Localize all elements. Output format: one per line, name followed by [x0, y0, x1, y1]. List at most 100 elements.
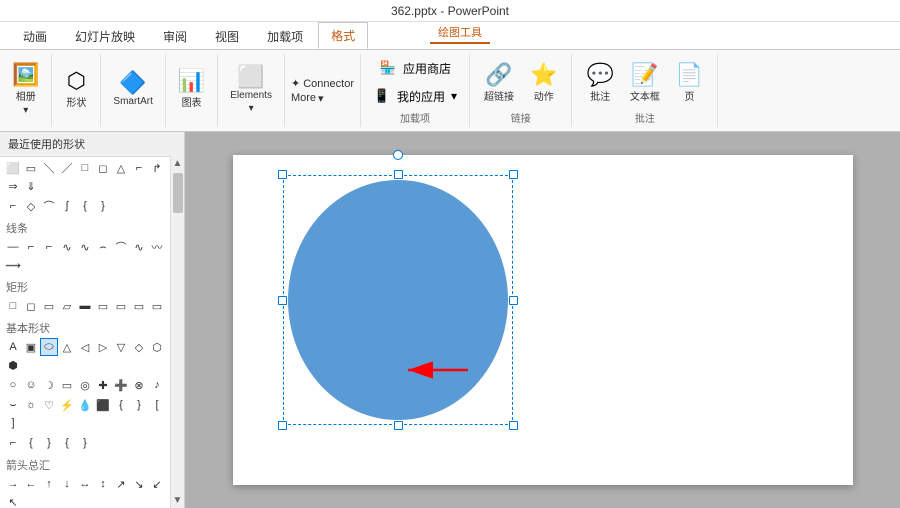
shape-container[interactable]: [283, 175, 513, 425]
shape-recent-13[interactable]: ◇: [22, 197, 40, 215]
shape-line-2[interactable]: ⌐: [22, 238, 40, 256]
shape-basic-thunder[interactable]: ⚡: [58, 396, 76, 414]
shape-recent-4[interactable]: ／: [58, 159, 76, 177]
shape-basic-text[interactable]: A: [4, 338, 22, 356]
shape-recent-5[interactable]: □: [76, 159, 94, 177]
shape-recent-3[interactable]: ＼: [40, 159, 58, 177]
shapes-button[interactable]: ⬡ 形状: [60, 68, 92, 111]
shapes-scrollbar[interactable]: ▲ ▼: [170, 156, 184, 508]
shape-basic-smile[interactable]: ☺: [22, 376, 40, 394]
shape-basic-drop[interactable]: 💧: [76, 396, 94, 414]
shape-basic-hex[interactable]: ⬡: [148, 338, 166, 356]
shape-line-3[interactable]: ⌐: [40, 238, 58, 256]
shape-recent-17[interactable]: }: [94, 197, 112, 215]
album-button[interactable]: 🖼️ 相册 ▾: [8, 62, 43, 118]
shape-recent-14[interactable]: ⌒: [40, 197, 58, 215]
chart-button[interactable]: 📊 图表: [174, 68, 209, 111]
shape-line-10[interactable]: ⟿: [4, 256, 22, 274]
tab-view[interactable]: 视图: [202, 23, 252, 49]
shape-line-7[interactable]: ⌒: [112, 238, 130, 256]
handle-middle-right[interactable]: [509, 296, 518, 305]
shape-basic-arc3[interactable]: }: [40, 434, 58, 452]
shape-rect-2[interactable]: ◻: [22, 297, 40, 315]
shape-line-4[interactable]: ∿: [58, 238, 76, 256]
shape-basic-dia[interactable]: ◇: [130, 338, 148, 356]
shape-rect-1[interactable]: □: [4, 297, 22, 315]
shape-basic-heart[interactable]: ♡: [40, 396, 58, 414]
shape-arr-10[interactable]: ↖: [4, 493, 22, 508]
shape-basic-sun[interactable]: ☼: [22, 396, 40, 414]
shape-line-9[interactable]: 〰: [148, 238, 166, 256]
shape-recent-9[interactable]: ↱: [148, 159, 166, 177]
comment-button[interactable]: 💬 批注: [580, 60, 619, 105]
app-store-button[interactable]: 🏪 应用商店: [375, 57, 455, 79]
shape-basic-arc4[interactable]: {: [58, 434, 76, 452]
shape-basic-circ[interactable]: ○: [4, 376, 22, 394]
shape-rect-8[interactable]: ▭: [130, 297, 148, 315]
handle-bottom-center[interactable]: [394, 421, 403, 430]
shape-recent-2[interactable]: ▭: [22, 159, 40, 177]
shape-arr-7[interactable]: ↗: [112, 475, 130, 493]
rotate-handle[interactable]: [393, 150, 403, 160]
shape-recent-11[interactable]: ⇓: [22, 177, 40, 195]
shape-recent-15[interactable]: ∫: [58, 197, 76, 215]
tab-format[interactable]: 格式: [318, 22, 368, 49]
shape-basic-donut[interactable]: ◎: [76, 376, 94, 394]
shape-rect-3[interactable]: ▭: [40, 297, 58, 315]
shape-basic-arc2[interactable]: {: [22, 434, 40, 452]
shape-basic-rtri[interactable]: ◁: [76, 338, 94, 356]
shape-line-1[interactable]: —: [4, 238, 22, 256]
shape-recent-1[interactable]: ⬜: [4, 159, 22, 177]
scroll-down-arrow[interactable]: ▼: [171, 493, 185, 508]
shape-basic-cross[interactable]: ✚: [94, 376, 112, 394]
handle-top-center[interactable]: [394, 170, 403, 179]
action-button[interactable]: ⭐ 动作: [524, 60, 563, 105]
shape-line-5[interactable]: ∿: [76, 238, 94, 256]
handle-middle-left[interactable]: [278, 296, 287, 305]
shape-basic-frame[interactable]: ▭: [58, 376, 76, 394]
shape-arr-1[interactable]: →: [4, 475, 22, 493]
handle-top-left[interactable]: [278, 170, 287, 179]
shape-rect-9[interactable]: ▭: [148, 297, 166, 315]
shape-basic-note[interactable]: ♪: [148, 376, 166, 394]
handle-top-right[interactable]: [509, 170, 518, 179]
shape-recent-12[interactable]: ⌐: [4, 197, 22, 215]
scroll-up-arrow[interactable]: ▲: [171, 156, 185, 171]
page-button[interactable]: 📄 页: [670, 60, 709, 105]
shape-basic-forbidden[interactable]: ⊗: [130, 376, 148, 394]
handle-bottom-left[interactable]: [278, 421, 287, 430]
tab-addins[interactable]: 加载项: [254, 23, 316, 49]
shape-basic-box[interactable]: ▣: [22, 338, 40, 356]
shape-arr-5[interactable]: ↔: [76, 475, 94, 493]
shape-basic-oct[interactable]: ⬢: [4, 356, 22, 374]
tab-review[interactable]: 审阅: [150, 23, 200, 49]
shape-arr-8[interactable]: ↘: [130, 475, 148, 493]
shape-basic-wave[interactable]: ⌣: [4, 396, 22, 414]
shape-rect-5[interactable]: ▬: [76, 297, 94, 315]
shape-arr-9[interactable]: ↙: [148, 475, 166, 493]
shape-rect-7[interactable]: ▭: [112, 297, 130, 315]
my-apps-button[interactable]: 📱 我的应用 ▾: [369, 85, 461, 107]
elements-button[interactable]: ⬜ Elements ▾: [226, 64, 276, 116]
scroll-thumb[interactable]: [173, 173, 183, 213]
hyperlink-button[interactable]: 🔗 超链接: [478, 60, 520, 105]
tab-slideshow[interactable]: 幻灯片放映: [62, 23, 148, 49]
shape-recent-7[interactable]: △: [112, 159, 130, 177]
shape-basic-brace2[interactable]: }: [130, 396, 148, 414]
shape-recent-16[interactable]: {: [76, 197, 94, 215]
shape-basic-para[interactable]: ▷: [94, 338, 112, 356]
shape-recent-10[interactable]: ⇒: [4, 177, 22, 195]
shape-basic-oval[interactable]: ⬭: [40, 338, 58, 356]
more-button[interactable]: More ▾: [291, 92, 354, 105]
shapes-scroll[interactable]: ⬜ ▭ ＼ ／ □ ◻ △ ⌐ ↱ ⇒ ⇓ ⌐ ◇ ⌒ ∫ { } 线条: [0, 157, 184, 508]
shape-rect-4[interactable]: ▱: [58, 297, 76, 315]
shape-rect-6[interactable]: ▭: [94, 297, 112, 315]
shape-arr-2[interactable]: ←: [22, 475, 40, 493]
shape-basic-minus[interactable]: ➕: [112, 376, 130, 394]
shape-basic-bracket2[interactable]: ]: [4, 414, 22, 432]
shape-basic-bracket[interactable]: [: [148, 396, 166, 414]
shape-basic-tri[interactable]: △: [58, 338, 76, 356]
shape-arr-6[interactable]: ↕: [94, 475, 112, 493]
shape-arr-4[interactable]: ↓: [58, 475, 76, 493]
smartart-button[interactable]: 🔷 SmartArt: [109, 70, 156, 109]
